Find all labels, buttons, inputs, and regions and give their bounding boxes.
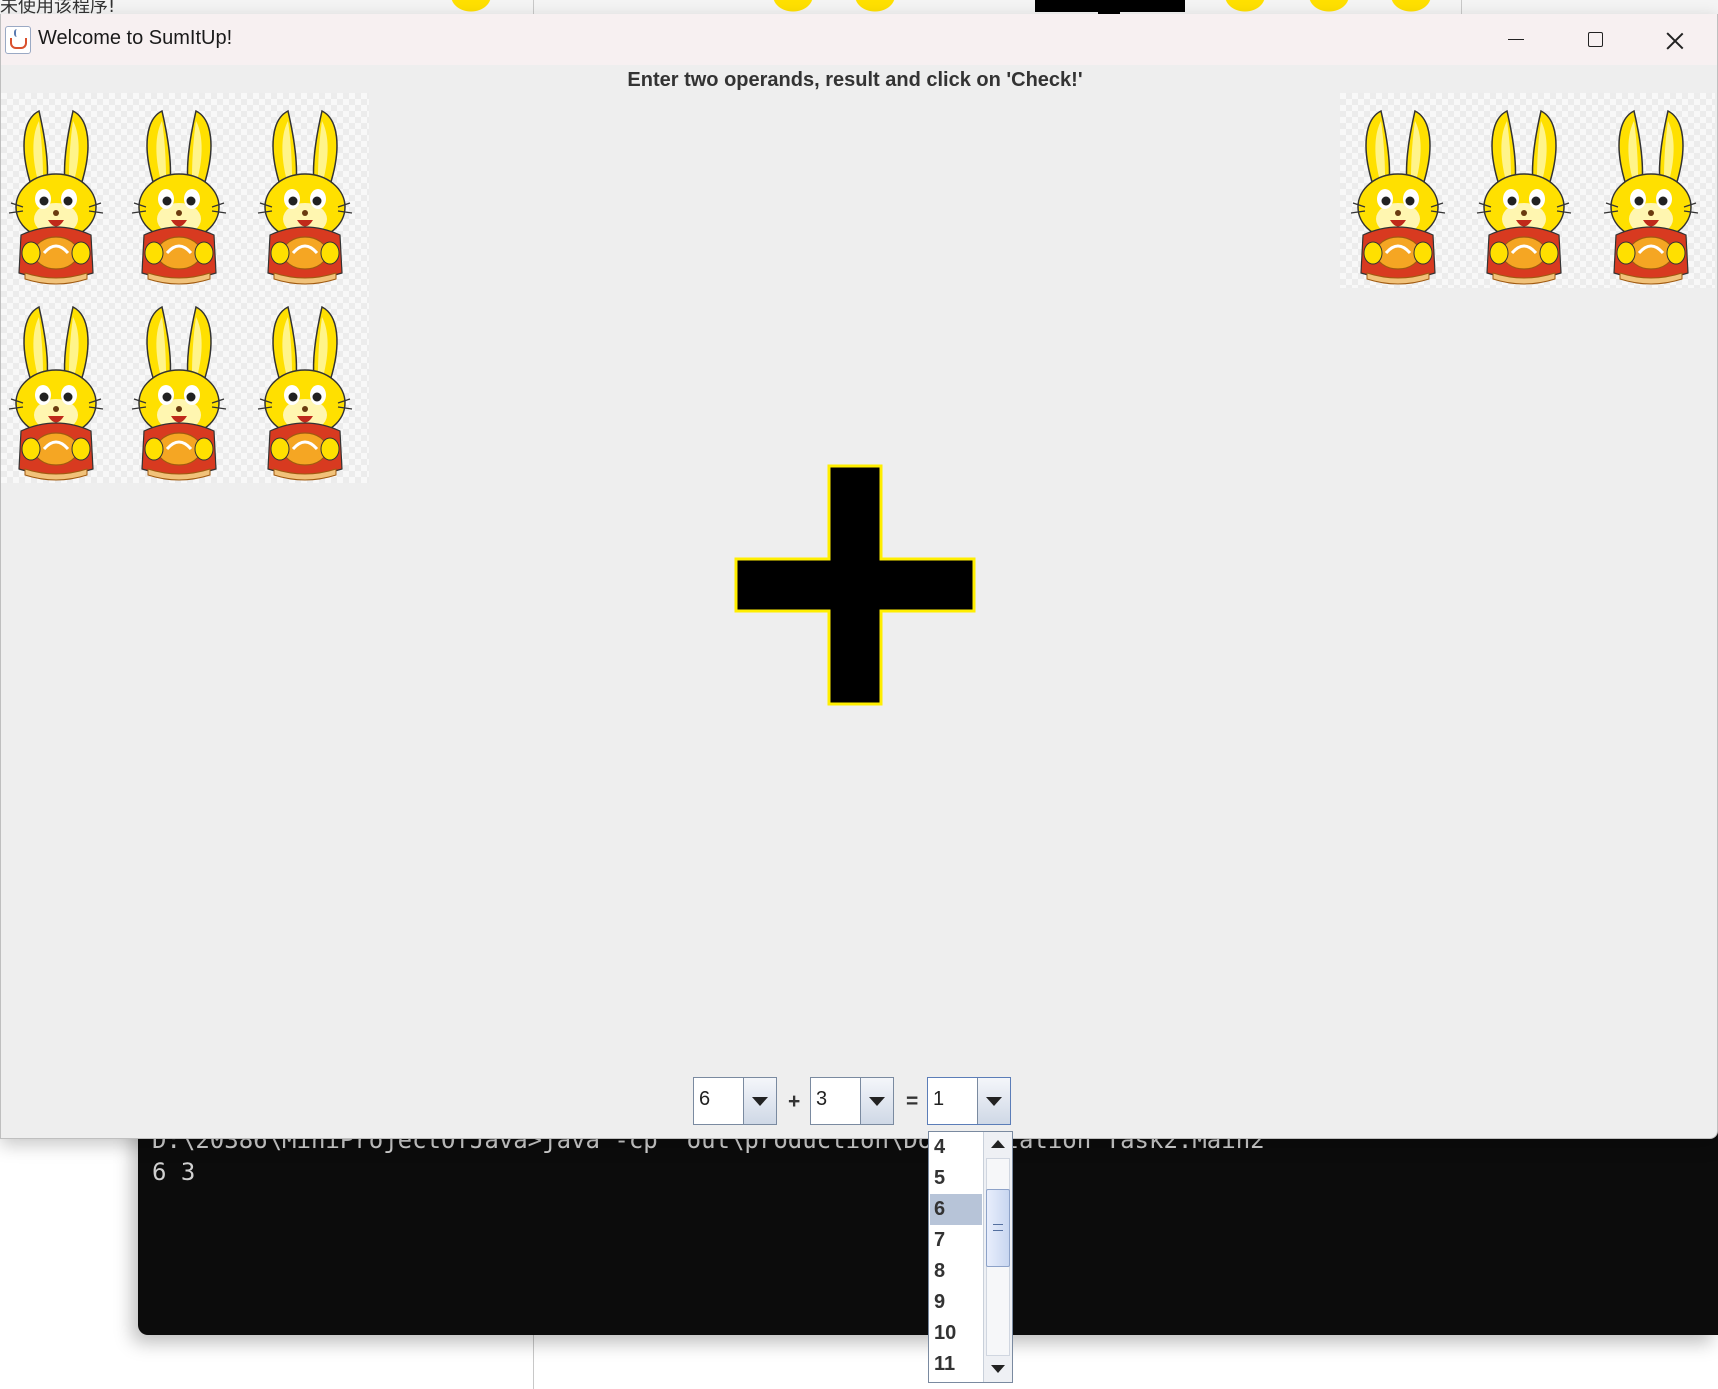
bunny-image (1, 107, 111, 287)
window-title: Welcome to SumItUp! (38, 27, 233, 49)
bunny-image (1596, 107, 1706, 287)
second-operand-bunnies (1340, 93, 1715, 288)
equals-label: = (906, 1090, 919, 1113)
dropdown-option-selected[interactable]: 6 (930, 1194, 982, 1225)
second-operand-value: 3 (816, 1088, 828, 1110)
result-dropdown-list[interactable]: 4 5 6 7 8 9 10 11 (928, 1131, 1013, 1383)
background-window-text: 未使用该程序! (0, 0, 116, 14)
bunny-image (124, 303, 234, 483)
instruction-label: Enter two operands, result and click on … (627, 69, 1083, 91)
result-combo[interactable]: 1 (927, 1077, 1011, 1125)
chevron-down-icon[interactable] (743, 1078, 776, 1124)
background-bunny (1306, 0, 1352, 14)
dropdown-option[interactable]: 5 (930, 1163, 982, 1194)
background-bunny (770, 0, 816, 14)
minimize-button[interactable] (1475, 14, 1555, 65)
close-button[interactable] (1635, 14, 1715, 65)
dropdown-option[interactable]: 9 (930, 1287, 982, 1318)
terminal-output-line: 6 3 (152, 1158, 196, 1186)
second-operand-combo[interactable]: 3 (810, 1077, 894, 1125)
dropdown-option[interactable]: 11 (930, 1349, 982, 1380)
bunny-image (1, 303, 111, 483)
scrollbar-thumb[interactable] (986, 1189, 1010, 1267)
background-bunny (852, 0, 898, 14)
maximize-button[interactable] (1555, 14, 1635, 65)
dropdown-option[interactable]: 7 (930, 1225, 982, 1256)
background-divider (533, 0, 534, 14)
bunny-image (1343, 107, 1453, 287)
background-bunny (1388, 0, 1434, 14)
bunny-image (250, 303, 360, 483)
dropdown-scrollbar[interactable] (983, 1132, 1012, 1382)
background-divider (1461, 0, 1462, 14)
plus-sign-image (734, 464, 976, 706)
result-value: 1 (933, 1088, 945, 1110)
background-plus-bar (1098, 0, 1120, 14)
bunny-image (124, 107, 234, 287)
first-operand-combo[interactable]: 6 (693, 1077, 777, 1125)
background-bunny (1222, 0, 1268, 14)
first-operand-value: 6 (699, 1088, 711, 1110)
chevron-down-icon[interactable] (860, 1078, 893, 1124)
scroll-up-icon[interactable] (986, 1135, 1010, 1155)
bunny-image (250, 107, 360, 287)
bunny-image (1469, 107, 1579, 287)
background-bunny (448, 0, 494, 14)
dropdown-option[interactable]: 10 (930, 1318, 982, 1349)
background-divider (533, 1335, 534, 1389)
title-bar[interactable]: Welcome to SumItUp! (1, 14, 1717, 65)
first-operand-bunnies (1, 93, 369, 483)
dropdown-option[interactable]: 8 (930, 1256, 982, 1287)
plus-operator-label: + (788, 1090, 801, 1113)
chevron-down-icon[interactable] (977, 1078, 1010, 1124)
sumitup-window: Welcome to SumItUp! Enter two operands, … (0, 14, 1718, 1139)
java-cup-icon[interactable] (5, 26, 31, 54)
scroll-down-icon[interactable] (986, 1359, 1010, 1379)
dropdown-option[interactable]: 4 (930, 1132, 982, 1163)
